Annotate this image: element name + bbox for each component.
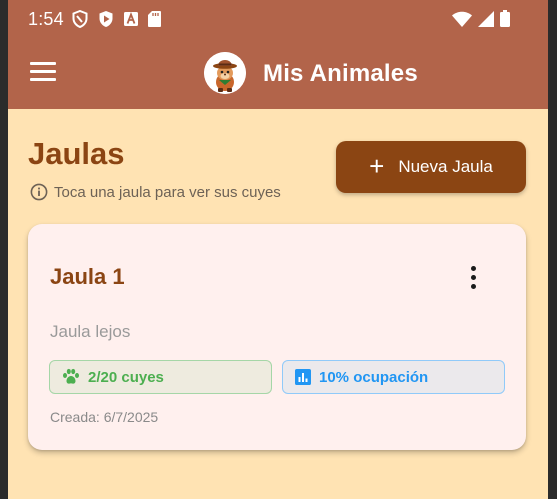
plus-icon: + <box>369 151 385 181</box>
occupancy-label: 10% ocupación <box>319 368 429 386</box>
menu-icon[interactable] <box>30 62 56 84</box>
play-icon <box>99 11 113 27</box>
more-vert-icon[interactable] <box>461 262 485 292</box>
hint-text-row: Toca una jaula para ver sus cuyes <box>30 183 281 201</box>
cuyes-count-label: 2/20 cuyes <box>88 368 164 386</box>
guinea-pig-cowboy-logo <box>204 52 246 94</box>
status-time: 1:54 <box>28 9 64 29</box>
cuyes-count-chip: 2/20 cuyes <box>49 360 272 394</box>
occupancy-chip: 10% ocupación <box>282 360 505 394</box>
wifi-icon <box>452 11 472 27</box>
cage-created-date: Creada: 6/7/2025 <box>50 409 159 425</box>
info-icon <box>30 183 48 201</box>
sd-card-icon <box>148 11 161 27</box>
hint-text: Toca una jaula para ver sus cuyes <box>54 183 281 201</box>
paw-icon <box>63 368 79 384</box>
app-bar: Mis Animales <box>8 40 548 109</box>
cage-name: Jaula 1 <box>50 264 125 289</box>
status-icons-right <box>452 10 510 27</box>
font-icon <box>124 12 138 26</box>
app-title: Mis Animales <box>263 60 418 87</box>
shield-icon <box>72 10 88 28</box>
status-bar: 1:54 <box>8 0 548 40</box>
signal-icon <box>478 10 494 27</box>
cage-card[interactable]: Jaula 1 Jaula lejos 2/20 cuyes 10% ocupa… <box>28 224 526 450</box>
page-title: Jaulas <box>28 136 125 171</box>
battery-icon <box>500 10 510 27</box>
status-icons-left <box>72 10 161 28</box>
app-screen: 1:54 Mis Animales Jaulas Toca una jaula … <box>8 0 548 499</box>
new-cage-button[interactable]: + Nueva Jaula <box>336 141 526 193</box>
new-cage-button-label: Nueva Jaula <box>398 157 493 176</box>
cage-description: Jaula lejos <box>50 322 131 341</box>
bar-chart-icon <box>295 369 311 385</box>
